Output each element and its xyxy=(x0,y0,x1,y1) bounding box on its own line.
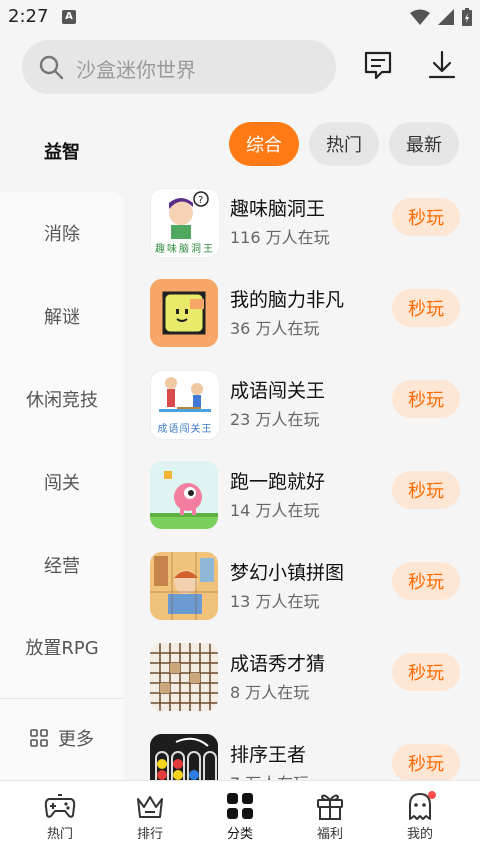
system-icons xyxy=(410,8,472,26)
ghost-profile-icon xyxy=(409,791,436,820)
category-item-manage[interactable]: 经营 xyxy=(0,530,124,600)
play-button[interactable]: 秒玩 xyxy=(392,471,460,509)
game-thumbnail: 成语闯关王 xyxy=(150,370,220,440)
game-thumbnail xyxy=(150,279,218,347)
download-icon[interactable] xyxy=(426,48,458,82)
play-button[interactable]: 秒玩 xyxy=(392,653,460,691)
game-name: 趣味脑洞王 xyxy=(230,198,326,220)
message-icon[interactable] xyxy=(362,48,396,82)
game-players: 14 万人在玩 xyxy=(230,501,320,520)
game-item[interactable]: 我的脑力非凡 36 万人在玩 秒玩 xyxy=(140,279,480,369)
game-name: 成语秀才猜 xyxy=(230,653,326,675)
svg-text:?: ? xyxy=(198,195,203,206)
game-name: 成语闯关王 xyxy=(230,380,326,402)
game-item[interactable]: ? 趣味脑洞王 趣味脑洞王 116 万人在玩 秒玩 xyxy=(140,188,480,278)
game-players: 36 万人在玩 xyxy=(230,319,320,338)
category-item-levels[interactable]: 闯关 xyxy=(0,447,124,517)
game-name: 排序王者 xyxy=(230,744,307,766)
search-placeholder: 沙盒迷你世界 xyxy=(76,58,196,82)
bottom-tab-bar: 热门 排行 分类 福利 我的 xyxy=(0,780,480,855)
thumbnail-caption: 成语闯关王 xyxy=(157,424,213,435)
game-players: 23 万人在玩 xyxy=(230,410,320,429)
category-item-match[interactable]: 消除 xyxy=(0,198,124,268)
cell-signal-icon xyxy=(438,9,454,25)
play-button[interactable]: 秒玩 xyxy=(392,380,460,418)
category-item-puzzle[interactable]: 益智 xyxy=(0,116,124,186)
play-button[interactable]: 秒玩 xyxy=(392,562,460,600)
more-label: 更多 xyxy=(58,729,94,750)
notification-a-icon: A xyxy=(62,10,76,24)
category-item-casual[interactable]: 休闲竞技 xyxy=(0,364,124,434)
play-button[interactable]: 秒玩 xyxy=(392,198,460,236)
tab-mine[interactable]: 我的 xyxy=(380,791,460,851)
tab-category[interactable]: 分类 xyxy=(200,791,280,851)
category-item-mystery[interactable]: 解谜 xyxy=(0,281,124,351)
tab-label: 福利 xyxy=(316,827,343,842)
game-name: 我的脑力非凡 xyxy=(230,289,345,311)
crown-icon xyxy=(137,796,163,818)
gift-icon xyxy=(317,794,343,820)
gamepad-icon xyxy=(44,794,76,818)
game-thumbnail xyxy=(150,643,218,711)
search-icon xyxy=(39,55,64,80)
game-thumbnail xyxy=(150,552,218,620)
game-item[interactable]: 梦幻小镇拼图 13 万人在玩 秒玩 xyxy=(140,552,480,642)
category-divider xyxy=(0,698,124,699)
category-grid-icon xyxy=(227,793,253,819)
game-name: 跑一跑就好 xyxy=(230,471,326,493)
thumbnail-caption: 趣味脑洞王 xyxy=(155,244,215,255)
wifi-icon xyxy=(410,9,430,25)
filter-popular[interactable]: 热门 xyxy=(309,122,379,166)
game-item[interactable]: 跑一跑就好 14 万人在玩 秒玩 xyxy=(140,461,480,551)
game-players: 116 万人在玩 xyxy=(230,228,330,247)
game-players: 8 万人在玩 xyxy=(230,683,310,702)
game-players: 13 万人在玩 xyxy=(230,592,320,611)
tab-label: 排行 xyxy=(136,827,163,842)
status-bar: 2:27 A xyxy=(0,0,480,34)
filter-newest[interactable]: 最新 xyxy=(389,122,459,166)
more-categories-button[interactable]: 更多 xyxy=(0,700,124,776)
tab-welfare[interactable]: 福利 xyxy=(290,791,370,851)
grid-icon xyxy=(30,729,48,747)
notification-dot xyxy=(428,791,436,799)
search-bar[interactable]: 沙盒迷你世界 xyxy=(22,40,336,94)
game-name: 梦幻小镇拼图 xyxy=(230,562,345,584)
play-button[interactable]: 秒玩 xyxy=(392,744,460,782)
game-thumbnail: ? 趣味脑洞王 xyxy=(150,188,220,258)
tab-label: 我的 xyxy=(406,827,433,842)
play-button[interactable]: 秒玩 xyxy=(392,289,460,327)
game-item[interactable]: 成语闯关王 成语闯关王 23 万人在玩 秒玩 xyxy=(140,370,480,460)
tab-ranking[interactable]: 排行 xyxy=(110,791,190,851)
battery-icon xyxy=(462,8,472,26)
tab-label: 分类 xyxy=(226,827,253,842)
category-item-idle-rpg[interactable]: 放置RPG xyxy=(0,612,124,682)
tab-label: 热门 xyxy=(46,827,73,842)
game-thumbnail xyxy=(150,461,218,529)
filter-comprehensive[interactable]: 综合 xyxy=(229,122,299,166)
game-item[interactable]: 成语秀才猜 8 万人在玩 秒玩 xyxy=(140,643,480,733)
status-time: 2:27 xyxy=(8,6,49,27)
tab-hot[interactable]: 热门 xyxy=(20,791,100,851)
